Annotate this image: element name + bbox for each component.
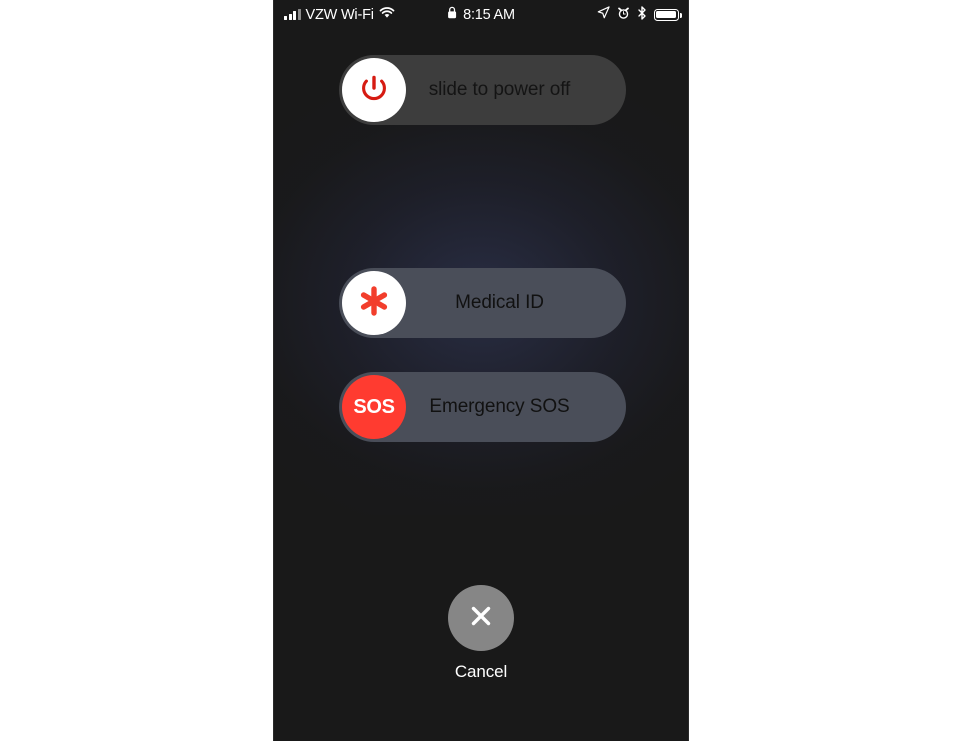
emergency-sos-slider-knob[interactable]: SOS [342, 375, 406, 439]
sos-icon: SOS [353, 395, 395, 418]
wifi-icon [379, 6, 395, 23]
phone-screen: VZW Wi-Fi 8:15 AM slide to power off Med… [273, 0, 689, 741]
battery-icon [654, 8, 682, 21]
cancel-label: Cancel [454, 662, 508, 681]
cancel-button[interactable]: Cancel [448, 585, 514, 682]
clock-label: 8:15 AM [463, 6, 515, 23]
close-x-icon [466, 601, 496, 636]
bluetooth-icon [637, 5, 647, 24]
status-bar-right [597, 5, 682, 24]
power-slider-knob[interactable] [342, 58, 406, 122]
status-bar: VZW Wi-Fi 8:15 AM [274, 0, 688, 29]
status-bar-center: 8:15 AM [447, 6, 515, 23]
screenshot-canvas: VZW Wi-Fi 8:15 AM slide to power off Med… [0, 0, 960, 741]
cancel-circle[interactable] [448, 585, 514, 651]
medical-id-slider-knob[interactable] [342, 271, 406, 335]
location-arrow-icon [597, 6, 610, 23]
medical-id-slider[interactable]: Medical ID [339, 268, 626, 338]
emergency-sos-slider[interactable]: SOS Emergency SOS [339, 372, 626, 442]
carrier-label: VZW Wi-Fi [305, 6, 374, 23]
cellular-signal-icon [284, 9, 301, 20]
battery-fill [656, 10, 676, 19]
slide-to-power-off-slider[interactable]: slide to power off [339, 55, 626, 125]
alarm-clock-icon [617, 6, 630, 24]
medical-asterisk-icon [357, 284, 391, 323]
lock-icon [447, 6, 457, 23]
status-bar-left: VZW Wi-Fi [284, 7, 395, 23]
power-icon [357, 71, 391, 110]
